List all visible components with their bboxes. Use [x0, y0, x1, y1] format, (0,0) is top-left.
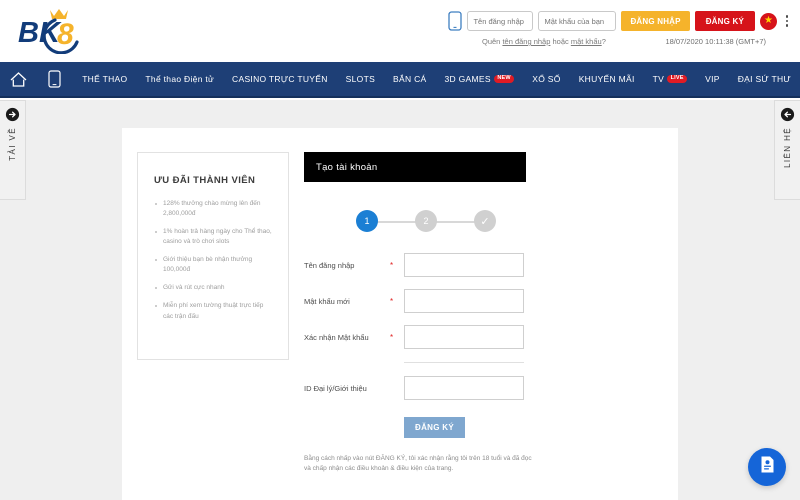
nav-item-xo-so[interactable]: XỔ SỐ — [523, 61, 569, 97]
field-label: Mật khẩu mới — [304, 296, 350, 306]
field-label: ID Đại lý/Giới thiệu — [304, 383, 367, 393]
new-password-input[interactable] — [404, 289, 524, 313]
referral-id-input[interactable] — [404, 376, 524, 400]
site-header: BK 8 ĐĂNG NHẬP ĐĂNG KÝ ★ Quên tên đăng — [0, 0, 800, 62]
download-tab-label: TẢI VỀ — [8, 127, 17, 161]
back-arrow-icon — [780, 107, 795, 122]
forgot-credentials-link[interactable]: Quên tên đăng nhập hoặc mật khẩu? — [472, 37, 606, 46]
field-label: Tên đăng nhập — [304, 260, 355, 270]
required-marker: * — [390, 332, 394, 342]
forgot-username-link[interactable]: tên đăng nhập — [502, 37, 550, 46]
forgot-prefix: Quên — [482, 37, 503, 46]
nav-label: CASINO TRỰC TUYẾN — [232, 74, 328, 84]
nav-label: ĐẠI SỨ THƯ — [737, 74, 791, 84]
main-navigation: THỂ THAO Thể thao Điện tử CASINO TRỰC TU… — [0, 62, 800, 98]
nav-label: SLOTS — [345, 74, 376, 84]
home-icon[interactable] — [0, 61, 37, 97]
nav-item-the-thao-dien-tu[interactable]: Thể thao Điện tử — [136, 61, 223, 97]
brand-logo[interactable]: BK 8 — [14, 6, 114, 54]
nav-label: THỂ THAO — [82, 74, 128, 84]
contact-tab-label: LIÊN HỆ — [783, 127, 792, 168]
download-side-tab[interactable]: TẢI VỀ — [0, 100, 26, 200]
header-login-button[interactable]: ĐĂNG NHẬP — [621, 11, 690, 31]
step-indicator: 1 2 ✓ — [356, 210, 496, 232]
mobile-phone-icon[interactable] — [448, 11, 463, 31]
contact-side-tab[interactable]: LIÊN HỆ — [774, 100, 800, 200]
form-title-bar: Tạo tài khoản — [304, 152, 526, 182]
nav-item-tv[interactable]: TV LIVE — [644, 61, 697, 97]
forgot-suffix: ? — [601, 37, 606, 46]
field-new-password: Mật khẩu mới * — [304, 286, 662, 316]
svg-text:8: 8 — [57, 18, 74, 51]
required-marker: * — [390, 260, 394, 270]
nav-item-slots[interactable]: SLOTS — [337, 61, 384, 97]
language-flag-icon[interactable]: ★ — [760, 12, 777, 30]
live-badge: LIVE — [667, 74, 688, 84]
header-sub-bar: Quên tên đăng nhập hoặc mật khẩu? 18/07/… — [472, 37, 792, 46]
username-input[interactable] — [404, 253, 524, 277]
header-password-input[interactable] — [538, 11, 617, 31]
member-benefits-panel: ƯU ĐÃI THÀNH VIÊN 128% thưởng chào mừng … — [137, 152, 289, 360]
list-item: Miễn phí xem tường thuật trực tiếp các t… — [154, 301, 274, 321]
nav-label: BẮN CÁ — [393, 74, 427, 84]
nav-label: 3D GAMES — [444, 74, 491, 84]
field-username: Tên đăng nhập * — [304, 250, 662, 280]
confirm-password-input[interactable] — [404, 325, 524, 349]
nav-label: XỔ SỐ — [532, 74, 561, 84]
field-label: Xác nhận Mật khẩu — [304, 332, 369, 342]
form-divider — [404, 362, 524, 363]
credential-fields: Tên đăng nhập * Mật khẩu mới * Xác nhận … — [304, 250, 662, 352]
nav-label: KHUYẾN MÃI — [578, 74, 635, 84]
required-marker: * — [390, 296, 394, 306]
header-username-input[interactable] — [467, 11, 534, 31]
submit-register-button[interactable]: ĐĂNG KÝ — [404, 417, 465, 438]
list-item: Giới thiệu bạn bè nhận thưởng 100,000đ — [154, 255, 274, 275]
list-item: 128% thưởng chào mừng lên đến 2,800,000đ — [154, 199, 274, 219]
list-item: Gửi và rút cực nhanh — [154, 283, 274, 293]
nav-item-ban-ca[interactable]: BẮN CÁ — [384, 61, 435, 97]
nav-label: VIP — [705, 74, 720, 84]
list-item: 1% hoàn trả hàng ngày cho Thể thao, casi… — [154, 227, 274, 247]
promo-title: ƯU ĐÃI THÀNH VIÊN — [154, 175, 256, 186]
step-2[interactable]: 2 — [415, 210, 437, 232]
new-badge: NEW — [493, 74, 515, 84]
more-options-icon[interactable] — [782, 12, 792, 30]
nav-item-the-thao[interactable]: THỂ THAO — [73, 61, 136, 97]
header-register-button[interactable]: ĐĂNG KÝ — [694, 11, 755, 31]
content-card: ƯU ĐÃI THÀNH VIÊN 128% thưởng chào mừng … — [122, 128, 678, 500]
server-timestamp: 18/07/2020 10:11:38 (GMT+7) — [665, 37, 766, 46]
nav-item-casino-truc-tuyen[interactable]: CASINO TRỰC TUYẾN — [223, 61, 337, 97]
field-confirm-password: Xác nhận Mật khẩu * — [304, 322, 662, 352]
nav-item-khuyen-mai[interactable]: KHUYẾN MÃI — [570, 61, 644, 97]
header-login-bar: ĐĂNG NHẬP ĐĂNG KÝ ★ — [448, 11, 792, 31]
download-arrow-icon — [5, 107, 20, 122]
field-referral-id: ID Đại lý/Giới thiệu — [304, 373, 662, 403]
live-chat-button[interactable] — [748, 448, 786, 486]
chat-document-icon — [759, 455, 776, 479]
svg-text:BK: BK — [18, 17, 62, 49]
nav-item-vip[interactable]: VIP — [696, 61, 729, 97]
terms-and-conditions-text: Bằng cách nhấp vào nút ĐĂNG KÝ, tôi xác … — [304, 455, 532, 473]
forgot-password-link[interactable]: mật khẩu — [571, 37, 602, 46]
registration-form: Tạo tài khoản 1 2 ✓ Tên đăng nhập * Mật … — [304, 152, 662, 475]
promo-list: 128% thưởng chào mừng lên đến 2,800,000đ… — [154, 199, 274, 322]
nav-label: TV — [652, 74, 665, 84]
page-root: BK 8 ĐĂNG NHẬP ĐĂNG KÝ ★ Quên tên đăng — [0, 0, 800, 500]
nav-item-3d-games[interactable]: 3D GAMES NEW — [436, 61, 524, 97]
mobile-app-icon[interactable] — [37, 61, 74, 97]
nav-item-dai-su-thu[interactable]: ĐẠI SỨ THƯ — [729, 61, 800, 97]
nav-label: Thể thao Điện tử — [145, 74, 215, 84]
step-3-complete[interactable]: ✓ — [474, 210, 496, 232]
forgot-mid: hoặc — [550, 37, 571, 46]
step-1[interactable]: 1 — [356, 210, 378, 232]
